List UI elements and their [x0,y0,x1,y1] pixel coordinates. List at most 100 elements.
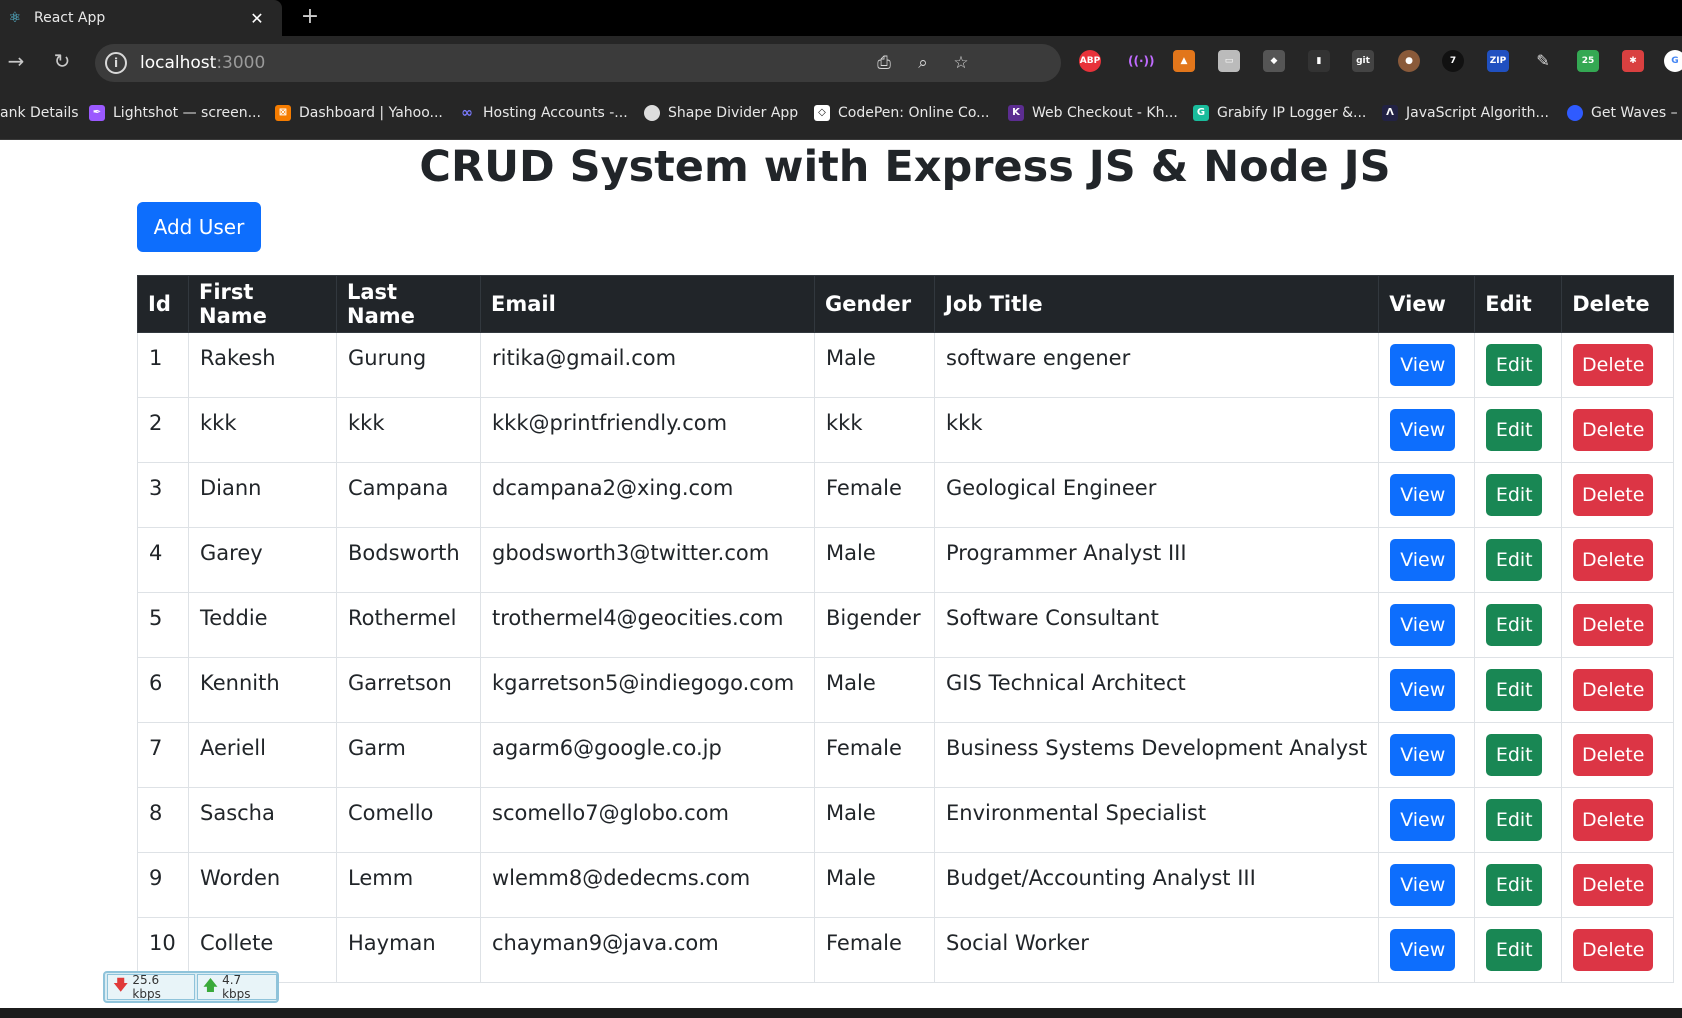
action-cell: Edit [1474,722,1563,788]
bookmark-item[interactable]: ✒ Lightshot — screen... [89,102,261,124]
network-monitor[interactable]: 🡇 25.6 kbps 🡅 4.7 kbps [103,971,279,1003]
action-cell: Delete [1561,397,1675,463]
edit-button[interactable]: Edit [1486,734,1543,776]
view-button[interactable]: View [1390,344,1456,386]
edit-button[interactable]: Edit [1486,539,1543,581]
upload-rate: 4.7 kbps [222,973,251,1001]
page-content: CRUD System with Express JS & Node JS Ad… [0,141,1682,1008]
reload-icon[interactable]: ↻ [48,48,76,74]
red-extension-icon[interactable]: ✱ [1622,50,1644,72]
new-tab-button[interactable]: + [298,4,322,29]
bookmark-label: JavaScript Algorith... [1406,105,1549,121]
action-cell: Edit [1474,787,1563,853]
cell-last-name: kkk [336,397,481,463]
edit-button[interactable]: Edit [1486,799,1543,841]
cell-email: agarm6@google.co.jp [480,722,815,788]
action-cell: View [1378,462,1476,528]
delete-button[interactable]: Delete [1573,474,1654,516]
action-cell: Edit [1474,852,1563,918]
view-button[interactable]: View [1390,799,1456,841]
bookmark-label: Lightshot — screen... [113,105,261,121]
table-row: 3 Diann Campana dcampana2@xing.com Female Geo… [137,462,1675,528]
edit-button[interactable]: Edit [1486,864,1543,906]
delete-button[interactable]: Delete [1573,929,1654,971]
view-button[interactable]: View [1390,604,1456,646]
view-button[interactable]: View [1390,409,1456,451]
column-header: First Name [188,275,337,333]
edit-button[interactable]: Edit [1486,604,1543,646]
badge-extension-icon[interactable]: 25 [1577,50,1599,72]
url-text[interactable]: localhost:3000 [140,53,265,73]
add-user-button[interactable]: Add User [137,202,261,252]
download-rate: 25.6 kbps [132,973,161,1001]
edit-button[interactable]: Edit [1486,344,1543,386]
cell-gender: Female [814,722,935,788]
delete-button[interactable]: Delete [1573,864,1654,906]
action-cell: View [1378,592,1476,658]
cell-gender: Male [814,852,935,918]
cell-id: 9 [137,852,189,918]
bookmark-item[interactable]: Shape Divider App [644,102,798,124]
edit-button[interactable]: Edit [1486,474,1543,516]
bookmark-item[interactable]: ank Details [0,102,79,124]
cell-first-name: Rakesh [188,332,337,398]
google-account-icon[interactable]: G [1664,50,1682,72]
cell-email: kkk@printfriendly.com [480,397,815,463]
puzzle-extension-icon[interactable]: ◆ [1263,50,1285,72]
cell-gender: Male [814,527,935,593]
view-button[interactable]: View [1390,539,1456,581]
seven-extension-icon[interactable]: 7 [1442,50,1464,72]
address-bar[interactable]: i localhost:3000 ⎙ ⌕ ☆ [95,44,1061,82]
bookmark-star-icon[interactable]: ☆ [950,52,972,74]
bookmark-item[interactable]: ◇ CodePen: Online Co... [814,102,990,124]
bookmark-item[interactable]: G Grabify IP Logger &... [1193,102,1366,124]
bar-chart-extension-icon[interactable]: ▮ [1308,50,1330,72]
view-button[interactable]: View [1390,474,1456,516]
feather-icon: ✒ [89,105,105,121]
view-button[interactable]: View [1390,929,1456,971]
bookmark-item[interactable]: ⊠ Dashboard | Yahoo... [275,102,443,124]
action-cell: View [1378,787,1476,853]
view-button[interactable]: View [1390,864,1456,906]
bookmark-label: ank Details [0,105,79,121]
edit-button[interactable]: Edit [1486,669,1543,711]
bookmark-item[interactable]: Λ JavaScript Algorith... [1382,102,1549,124]
edit-button[interactable]: Edit [1486,409,1543,451]
bookmark-item[interactable]: K Web Checkout - Kh... [1008,102,1178,124]
window-extension-icon[interactable]: ▭ [1218,50,1240,72]
bookmark-item[interactable]: Get Waves – [1567,102,1678,124]
delete-button[interactable]: Delete [1573,734,1654,776]
cell-id: 8 [137,787,189,853]
cell-email: gbodsworth3@twitter.com [480,527,815,593]
adblock-extension-icon[interactable]: ABP [1079,50,1101,72]
delete-button[interactable]: Delete [1573,539,1654,581]
action-cell: Edit [1474,917,1563,983]
zip-extension-icon[interactable]: ZIP [1487,50,1509,72]
view-button[interactable]: View [1390,669,1456,711]
bookmark-item[interactable]: ∞ Hosting Accounts -... [459,102,628,124]
delete-button[interactable]: Delete [1573,669,1654,711]
forward-arrow-icon[interactable]: → [2,48,30,74]
edit-button[interactable]: Edit [1486,929,1543,971]
podcast-extension-icon[interactable]: ((·)) [1128,50,1155,72]
cell-email: kgarretson5@indiegogo.com [480,657,815,723]
delete-button[interactable]: Delete [1573,799,1654,841]
install-app-icon[interactable]: ⎙ [873,52,895,74]
delete-button[interactable]: Delete [1573,409,1654,451]
cookie-extension-icon[interactable]: ● [1398,50,1420,72]
cell-email: dcampana2@xing.com [480,462,815,528]
view-button[interactable]: View [1390,734,1456,776]
metamask-extension-icon[interactable]: ▲ [1173,50,1195,72]
eyedropper-extension-icon[interactable]: ✎ [1532,50,1554,72]
tab-react-app[interactable]: ⚛ React App ✕ [0,0,282,36]
zoom-icon[interactable]: ⌕ [912,52,934,74]
cell-id: 4 [137,527,189,593]
cell-gender: Female [814,917,935,983]
close-tab-icon[interactable]: ✕ [246,9,268,28]
site-info-icon[interactable]: i [105,52,127,74]
gitzip-extension-icon[interactable]: git [1352,50,1374,72]
action-cell: Delete [1561,657,1675,723]
delete-button[interactable]: Delete [1573,344,1654,386]
waves-icon [1567,105,1583,121]
delete-button[interactable]: Delete [1573,604,1654,646]
